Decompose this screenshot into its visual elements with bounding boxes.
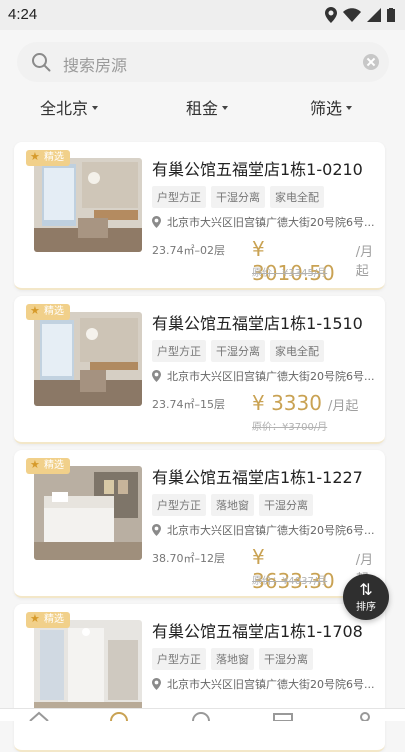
tag: 干湿分离 xyxy=(211,186,265,208)
location-icon xyxy=(325,7,337,23)
sort-label: 排序 xyxy=(356,601,376,613)
sort-icon: ⇅ xyxy=(359,579,373,599)
price: ¥ 3330 /月起 xyxy=(252,391,358,415)
search-input[interactable]: 搜索房源 xyxy=(63,52,127,76)
area-floor: 23.74㎡–02层 xyxy=(152,244,225,257)
address: 北京市大兴区旧宫镇广德大街20号院6号... xyxy=(152,676,380,692)
listing-card[interactable]: 精选 有巢公馆五福堂店1栋1-1227 户型方正 落地窗 干湿分离 北京市大兴区… xyxy=(14,450,385,598)
featured-badge: 精选 xyxy=(26,457,70,474)
clear-icon[interactable] xyxy=(363,54,379,70)
filter-bar: 全北京 租金 筛选 xyxy=(0,90,405,122)
tag-list: 户型方正 干湿分离 家电全配 xyxy=(152,340,324,362)
area-floor: 23.74㎡–15层 xyxy=(152,398,225,411)
tag: 家电全配 xyxy=(270,186,324,208)
featured-badge: 精选 xyxy=(26,149,70,166)
address-text: 北京市大兴区旧宫镇广德大街20号院6号... xyxy=(167,370,375,383)
listing-card[interactable]: 精选 有巢公馆五福堂店1栋1-1708 户型方正 落地窗 干湿分离 北京市大兴区… xyxy=(14,604,385,752)
filter-more[interactable]: 筛选 xyxy=(310,95,353,119)
pin-icon xyxy=(152,370,161,382)
room-photo xyxy=(34,620,142,714)
status-bar: 4:24 xyxy=(0,0,405,30)
tag: 户型方正 xyxy=(152,494,206,516)
address-text: 北京市大兴区旧宫镇广德大街20号院6号... xyxy=(167,216,375,229)
room-photo xyxy=(34,466,142,560)
tag: 户型方正 xyxy=(152,648,206,670)
search-bar[interactable]: 搜索房源 xyxy=(17,42,389,82)
listing-title[interactable]: 有巢公馆五福堂店1栋1-1227 xyxy=(152,464,363,488)
listing-card[interactable]: 精选 有巢公馆五福堂店1栋1-0210 户型方正 干湿分离 家电全配 北京市大兴… xyxy=(14,142,385,290)
chevron-down-icon xyxy=(346,106,353,110)
wifi-icon xyxy=(343,8,361,22)
search-icon xyxy=(32,53,51,72)
sort-button[interactable]: ⇅ 排序 xyxy=(343,574,389,620)
room-photo xyxy=(34,158,142,252)
tag-list: 户型方正 落地窗 干湿分离 xyxy=(152,648,313,670)
status-time: 4:24 xyxy=(8,6,38,23)
address-text: 北京市大兴区旧宫镇广德大街20号院6号... xyxy=(167,524,375,537)
original-price: 原价：¥3700/月 xyxy=(252,422,328,433)
bottom-nav xyxy=(0,708,405,721)
tag: 干湿分离 xyxy=(259,648,313,670)
tag: 干湿分离 xyxy=(259,494,313,516)
battery-icon xyxy=(387,8,395,22)
tag: 干湿分离 xyxy=(211,340,265,362)
tag: 落地窗 xyxy=(211,648,254,670)
original-price: 原价：¥3345/月 xyxy=(252,268,328,279)
original-price: 原价：¥4037/月 xyxy=(252,576,328,587)
tag-list: 户型方正 干湿分离 家电全配 xyxy=(152,186,324,208)
tag: 户型方正 xyxy=(152,340,206,362)
tag-list: 户型方正 落地窗 干湿分离 xyxy=(152,494,313,516)
price-value: ¥ 3330 xyxy=(252,391,322,415)
filter-rent-label: 租金 xyxy=(186,99,219,118)
signal-icon xyxy=(367,8,381,22)
filter-area[interactable]: 全北京 xyxy=(40,95,99,119)
filter-rent[interactable]: 租金 xyxy=(186,95,229,119)
area-floor: 38.70㎡–12层 xyxy=(152,552,225,565)
listing-title[interactable]: 有巢公馆五福堂店1栋1-0210 xyxy=(152,156,363,180)
listing-title[interactable]: 有巢公馆五福堂店1栋1-1510 xyxy=(152,310,363,334)
chevron-down-icon xyxy=(92,106,99,110)
address: 北京市大兴区旧宫镇广德大街20号院6号... xyxy=(152,214,380,230)
pin-icon xyxy=(152,216,161,228)
tag: 户型方正 xyxy=(152,186,206,208)
featured-badge: 精选 xyxy=(26,611,70,628)
address-text: 北京市大兴区旧宫镇广德大街20号院6号... xyxy=(167,678,375,691)
listing-title[interactable]: 有巢公馆五福堂店1栋1-1708 xyxy=(152,618,363,642)
listing-card[interactable]: 精选 有巢公馆五福堂店1栋1-1510 户型方正 干湿分离 家电全配 北京市大兴… xyxy=(14,296,385,444)
address: 北京市大兴区旧宫镇广德大街20号院6号... xyxy=(152,368,380,384)
tag: 家电全配 xyxy=(270,340,324,362)
price-unit: /月起 xyxy=(327,399,359,414)
status-icons xyxy=(325,7,395,23)
filter-area-label: 全北京 xyxy=(40,99,89,118)
filter-more-label: 筛选 xyxy=(310,99,343,118)
room-photo xyxy=(34,312,142,406)
featured-badge: 精选 xyxy=(26,303,70,320)
pin-icon xyxy=(152,678,161,690)
address: 北京市大兴区旧宫镇广德大街20号院6号... xyxy=(152,522,380,538)
pin-icon xyxy=(152,524,161,536)
tag: 落地窗 xyxy=(211,494,254,516)
price-unit: /月起 xyxy=(355,245,374,279)
chevron-down-icon xyxy=(222,106,229,110)
